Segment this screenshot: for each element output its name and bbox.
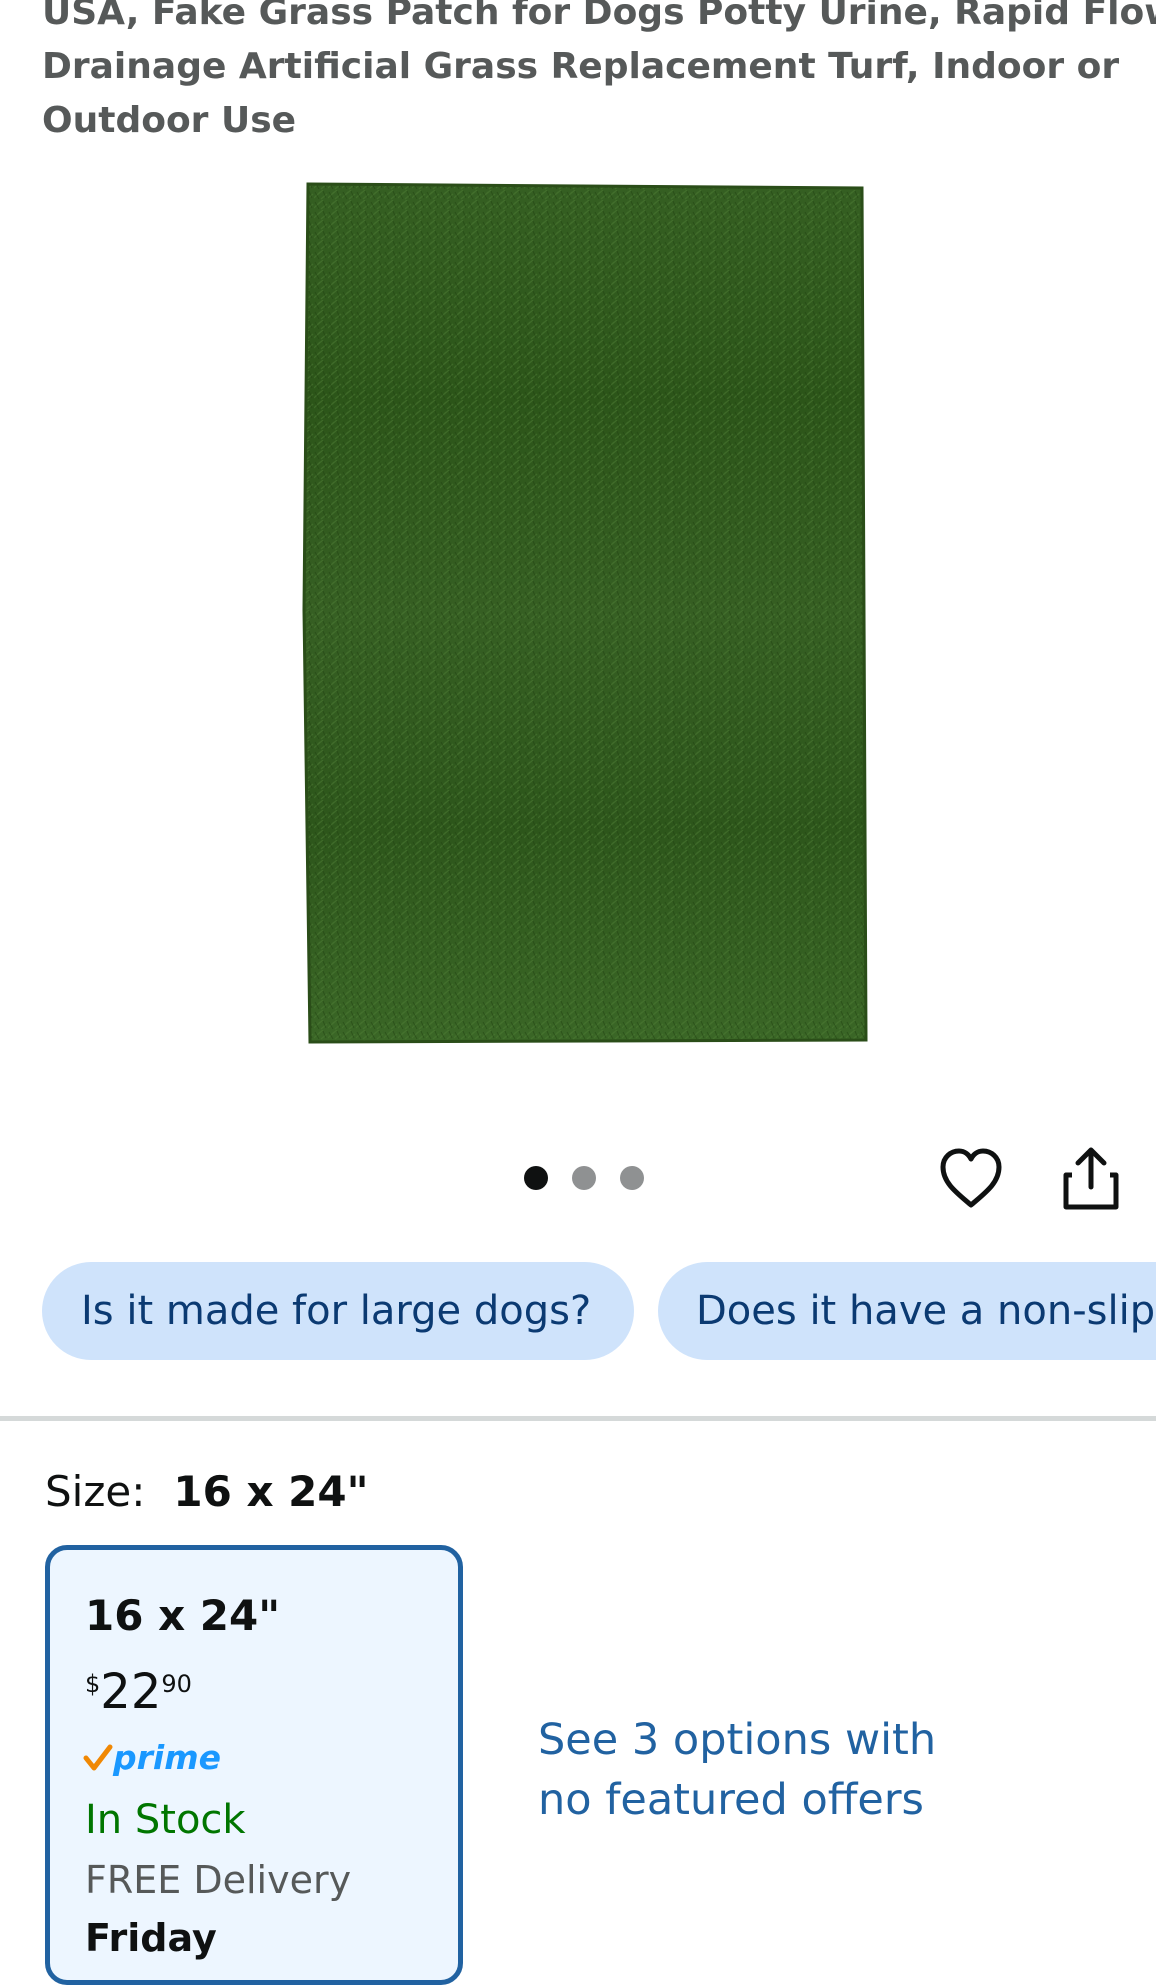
heart-icon[interactable] xyxy=(937,1145,1005,1213)
question-chip[interactable]: Is it made for large dogs? xyxy=(42,1262,634,1360)
share-icon[interactable] xyxy=(1060,1145,1122,1213)
option-price: $2290 xyxy=(85,1662,192,1722)
prime-badge: prime xyxy=(83,1738,221,1782)
delivery-day: Friday xyxy=(85,1916,217,1960)
delivery-text: FREE Delivery xyxy=(85,1858,352,1902)
selected-size: 16 x 24" xyxy=(173,1467,369,1516)
option-size: 16 x 24" xyxy=(85,1591,281,1640)
product-title-line: Drainage Artificial Grass Replacement Tu… xyxy=(42,46,1120,87)
price-fraction: 90 xyxy=(161,1670,192,1698)
size-option-card[interactable]: 16 x 24" $2290 prime In Stock FREE Deliv… xyxy=(45,1545,463,1985)
see-options-line[interactable]: no featured offers xyxy=(538,1770,1058,1830)
pagination-dot[interactable] xyxy=(572,1166,596,1190)
section-divider xyxy=(0,1416,1156,1421)
pagination-dot[interactable] xyxy=(524,1166,548,1190)
price-currency: $ xyxy=(85,1670,101,1698)
product-image[interactable] xyxy=(300,180,870,1045)
question-chips: Is it made for large dogs? Does it have … xyxy=(0,1262,1156,1362)
size-label: Size: xyxy=(45,1467,146,1516)
stock-status: In Stock xyxy=(85,1797,246,1843)
product-title: USA, Fake Grass Patch for Dogs Potty Uri… xyxy=(42,0,1156,148)
see-options-line[interactable]: See 3 options with xyxy=(538,1710,1058,1770)
question-chip[interactable]: Does it have a non-slip xyxy=(658,1262,1156,1360)
prime-check-icon xyxy=(83,1744,113,1770)
pagination-dot[interactable] xyxy=(620,1166,644,1190)
product-title-line: Outdoor Use xyxy=(42,100,297,141)
product-title-line: USA, Fake Grass Patch for Dogs Potty Uri… xyxy=(42,0,1156,33)
price-whole: 22 xyxy=(100,1664,162,1720)
see-options-link[interactable]: See 3 options with no featured offers xyxy=(538,1710,1058,1830)
prime-text: prime xyxy=(113,1738,221,1777)
size-selector-header: Size: 16 x 24" xyxy=(45,1462,369,1522)
